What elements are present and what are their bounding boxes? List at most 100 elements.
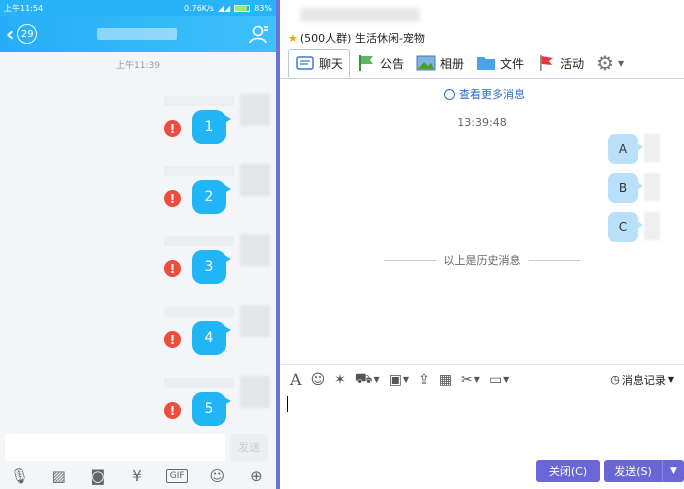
message-bubble[interactable]: 2 [192,180,231,214]
emoji-icon[interactable]: ☺ [311,372,326,388]
chat-title-redacted [97,28,178,40]
message-row: ! 2 [0,164,276,230]
battery-icon [234,4,251,12]
group-name[interactable]: ★ (500人群) 生活休闲-宠物 [288,30,425,46]
close-button[interactable]: 关闭(C) [536,460,600,482]
scissors-icon[interactable]: ✂ ▼ [461,372,480,388]
star-icon: ★ [288,31,298,45]
sender-name-redacted [164,96,234,106]
history-divider: 以上是历史消息 [384,252,580,268]
chat-icon [296,55,314,70]
text-caret [287,396,288,412]
chevron-down-icon: ▼ [667,375,674,384]
album-icon [416,55,436,71]
message-bubble[interactable]: 5 [192,392,231,426]
divider-line [384,259,436,261]
gift-icon[interactable]: ⛟ ▼ [355,371,380,389]
time-divider: 13:39:48 [457,116,507,129]
input-toolbar: 🎙 ▨ ◙ ¥ GIF ☺ ⊕ [0,462,276,489]
tab-album[interactable]: 相册 [410,49,470,77]
folder-icon [477,57,496,70]
send-button[interactable]: 发送 [230,433,268,461]
tab-files[interactable]: 文件 [470,49,530,77]
input-bar: 发送 [0,432,276,462]
upload-icon[interactable]: ⇪ [418,372,430,388]
tab-activity[interactable]: 活动 [530,49,590,77]
chevron-down-icon: ▼ [473,375,480,384]
group-name-text: (500人群) 生活休闲-宠物 [299,32,425,45]
clock-icon [444,88,455,100]
avatar[interactable] [240,376,270,408]
tab-announcement[interactable]: 公告 [350,49,410,77]
send-failed-icon[interactable]: ! [164,120,181,137]
gear-icon: ⚙ [596,51,615,75]
mobile-chat-window: 上午11:54 0.76K/s ◢◢ 83% ‹ 29 上午11:39 ! 1 … [0,0,276,489]
message-row: ! 3 [0,234,276,300]
tab-chat-label: 聊天 [319,57,344,71]
group-header-redacted [300,8,420,22]
gif-icon[interactable]: GIF [166,468,189,483]
view-more-label: 查看更多消息 [459,88,525,101]
sender-name-redacted [164,166,234,176]
sender-name-redacted [164,236,234,246]
chevron-down-icon: ▼ [402,375,410,384]
avatar[interactable] [644,173,660,201]
chat-header: ‹ 29 [0,16,276,52]
message-row: ! 1 [0,94,276,160]
status-time: 上午11:54 [4,3,44,13]
camera-icon[interactable]: ◙ [88,466,108,486]
message-history-label: 消息记录 [621,373,666,387]
send-failed-icon[interactable]: ! [164,190,181,207]
avatar[interactable] [240,164,270,196]
send-button[interactable]: 发送(S) [604,460,662,482]
chevron-down-icon: ▼ [503,375,510,384]
avatar[interactable] [644,134,660,162]
history-divider-label: 以上是历史消息 [443,254,521,267]
tab-activity-label: 活动 [560,56,585,71]
avatar[interactable] [644,212,660,240]
message-input[interactable] [5,433,225,461]
status-bar: 上午11:54 0.76K/s ◢◢ 83% [0,0,276,16]
message-bubble[interactable]: B [608,173,643,203]
view-more-messages-link[interactable]: 查看更多消息 [444,86,525,102]
settings-menu[interactable]: ⚙ ▼ [590,49,630,77]
message-bubble[interactable]: A [608,134,643,164]
tab-album-label: 相册 [440,56,465,71]
image-icon[interactable]: ▨ [49,466,69,486]
contact-info-icon[interactable] [248,23,270,45]
emoji-icon[interactable]: ☺ [207,466,227,486]
red-packet-icon[interactable]: ▦ [439,372,452,388]
plus-icon[interactable]: ⊕ [246,466,266,486]
message-bubble[interactable]: 1 [192,110,231,144]
avatar[interactable] [240,94,270,126]
chevron-down-icon: ▼ [618,58,625,68]
chevron-left-icon: ‹ [6,22,15,46]
sender-name-redacted [164,378,234,388]
message-bubble[interactable]: 3 [192,250,231,284]
message-editor[interactable] [286,394,678,454]
sender-name-redacted [164,307,234,317]
magic-wand-icon[interactable]: ✶ [334,372,346,388]
editor-toolbar: A ☺ ✶ ⛟ ▼ ▣ ▼ ⇪ ▦ ✂ ▼ ▭ ▼ ◷ 消息记录 ▼ [280,364,684,394]
message-bubble[interactable]: C [608,212,643,242]
tab-underline [280,78,684,79]
font-icon[interactable]: A [290,370,302,389]
send-failed-icon[interactable]: ! [164,331,181,348]
back-button[interactable]: ‹ 29 [6,22,38,46]
message-bubble[interactable]: 4 [192,321,231,355]
message-row: ! 4 [0,305,276,371]
avatar[interactable] [240,234,270,266]
send-options-dropdown[interactable]: ▼ [662,460,684,482]
send-button-group: 发送(S) ▼ [604,460,684,482]
red-packet-icon[interactable]: ¥ [127,466,147,486]
send-failed-icon[interactable]: ! [164,260,181,277]
screen-share-icon[interactable]: ▭ ▼ [489,372,509,388]
avatar[interactable] [240,305,270,337]
flag-icon [540,55,554,71]
mic-icon[interactable]: 🎙 [10,466,30,486]
tab-chat[interactable]: 聊天 [288,49,351,77]
message-history-button[interactable]: ◷ 消息记录 ▼ [610,372,674,388]
tab-files-label: 文件 [500,56,525,71]
send-failed-icon[interactable]: ! [164,402,181,419]
image-icon[interactable]: ▣ ▼ [389,372,409,388]
